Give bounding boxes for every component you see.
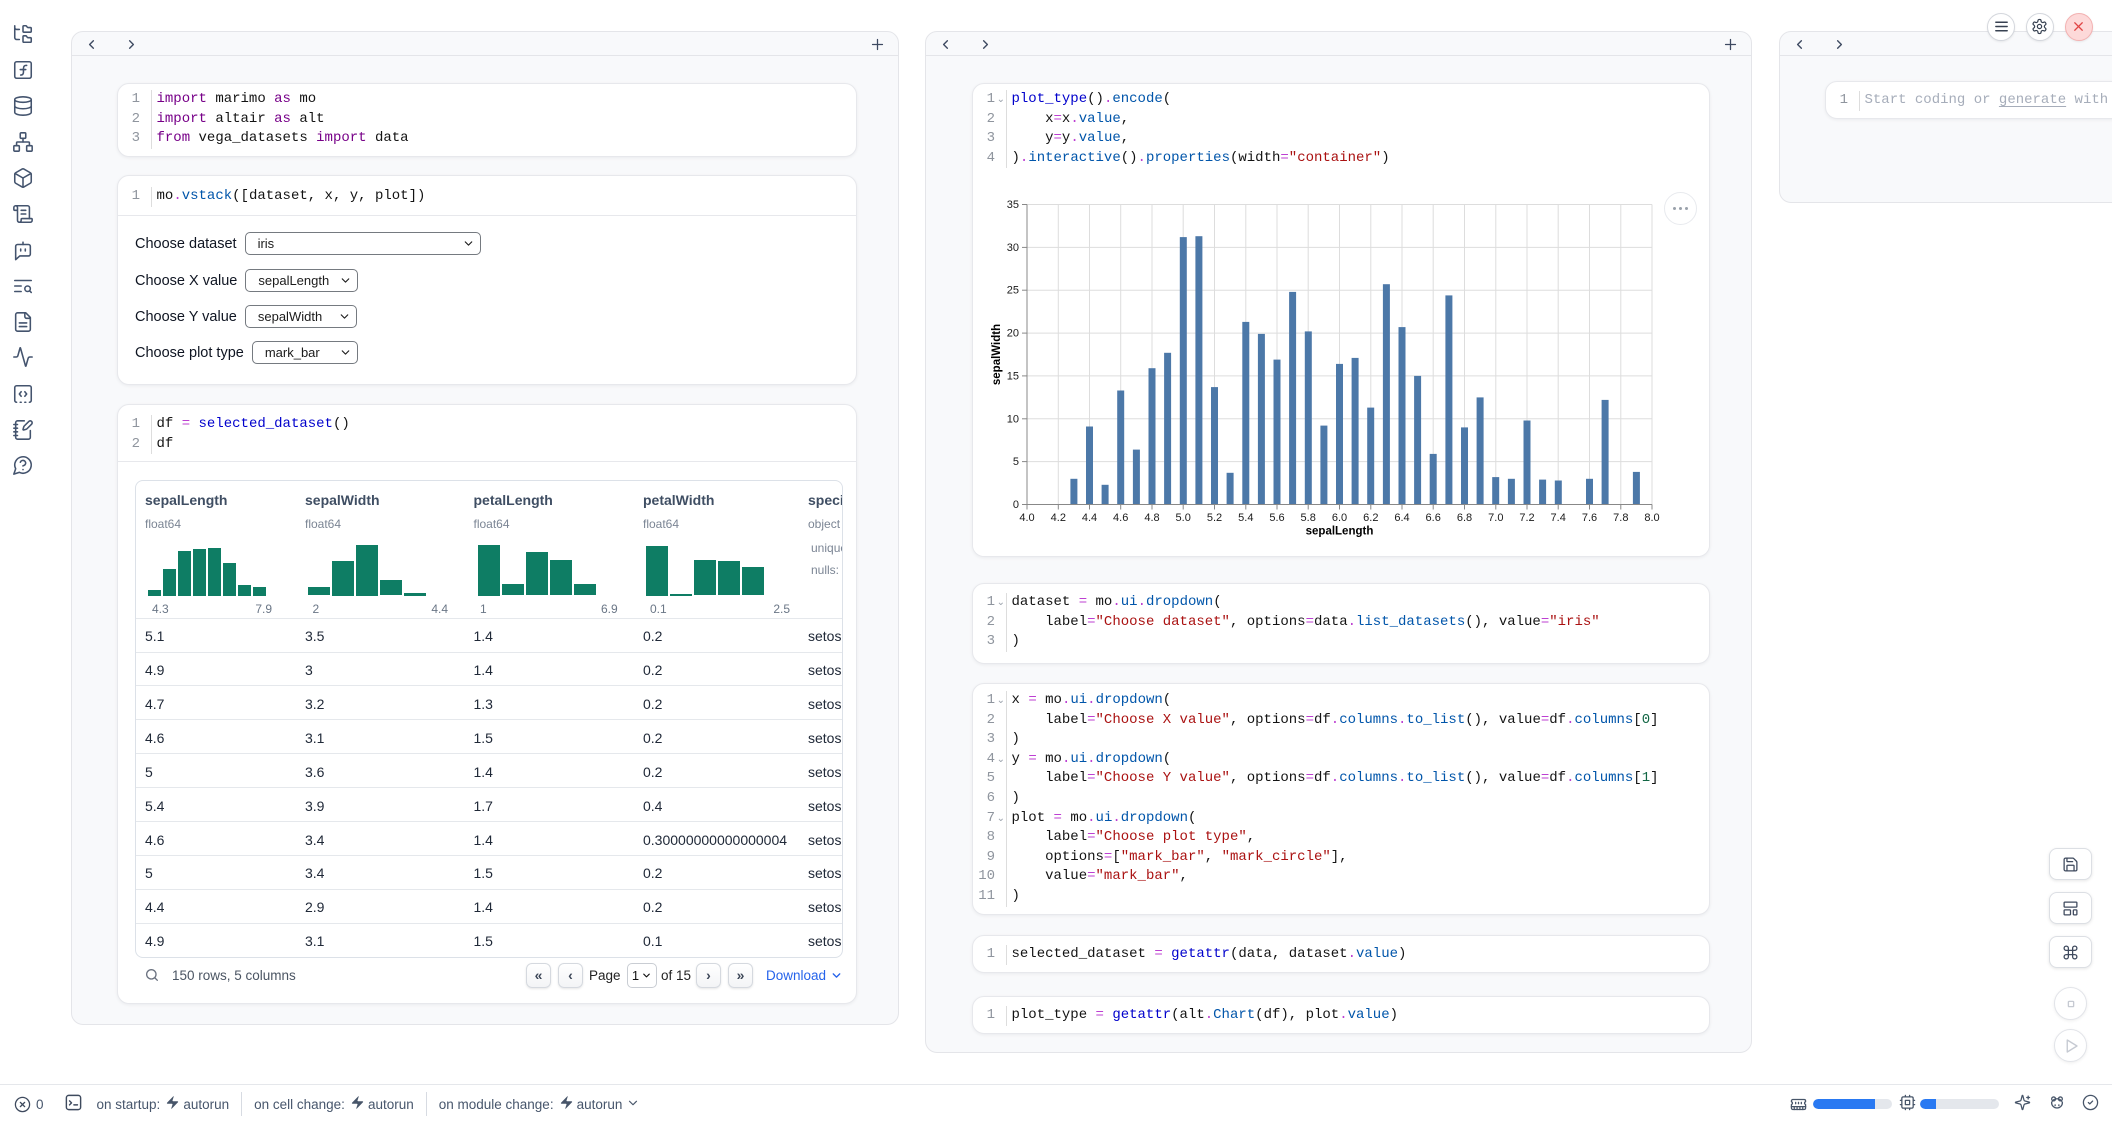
- svg-text:20: 20: [1007, 328, 1019, 340]
- svg-text:35: 35: [1007, 199, 1019, 211]
- svg-text:7.2: 7.2: [1519, 512, 1534, 524]
- svg-text:sepalWidth: sepalWidth: [991, 324, 1003, 385]
- svg-text:5.4: 5.4: [1238, 512, 1253, 524]
- svg-text:30: 30: [1007, 242, 1019, 254]
- svg-text:7.0: 7.0: [1488, 512, 1503, 524]
- svg-text:6.2: 6.2: [1363, 512, 1378, 524]
- svg-text:5.0: 5.0: [1176, 512, 1191, 524]
- svg-text:4.8: 4.8: [1144, 512, 1159, 524]
- svg-text:4.4: 4.4: [1082, 512, 1097, 524]
- svg-text:0: 0: [1013, 499, 1019, 511]
- svg-text:5.2: 5.2: [1207, 512, 1222, 524]
- svg-text:5.8: 5.8: [1301, 512, 1316, 524]
- svg-text:6.4: 6.4: [1394, 512, 1409, 524]
- svg-text:7.4: 7.4: [1551, 512, 1566, 524]
- svg-text:7.6: 7.6: [1582, 512, 1597, 524]
- svg-text:7.8: 7.8: [1613, 512, 1628, 524]
- svg-text:8.0: 8.0: [1644, 512, 1659, 524]
- svg-text:4.2: 4.2: [1051, 512, 1066, 524]
- svg-text:4.6: 4.6: [1113, 512, 1128, 524]
- svg-text:15: 15: [1007, 370, 1019, 382]
- svg-text:25: 25: [1007, 285, 1019, 297]
- svg-text:sepalLength: sepalLength: [1306, 526, 1374, 538]
- svg-text:6.6: 6.6: [1426, 512, 1441, 524]
- svg-text:5: 5: [1013, 456, 1019, 468]
- svg-text:6.0: 6.0: [1332, 512, 1347, 524]
- svg-text:10: 10: [1007, 413, 1019, 425]
- svg-text:4.0: 4.0: [1019, 512, 1034, 524]
- svg-text:5.6: 5.6: [1269, 512, 1284, 524]
- svg-text:6.8: 6.8: [1457, 512, 1472, 524]
